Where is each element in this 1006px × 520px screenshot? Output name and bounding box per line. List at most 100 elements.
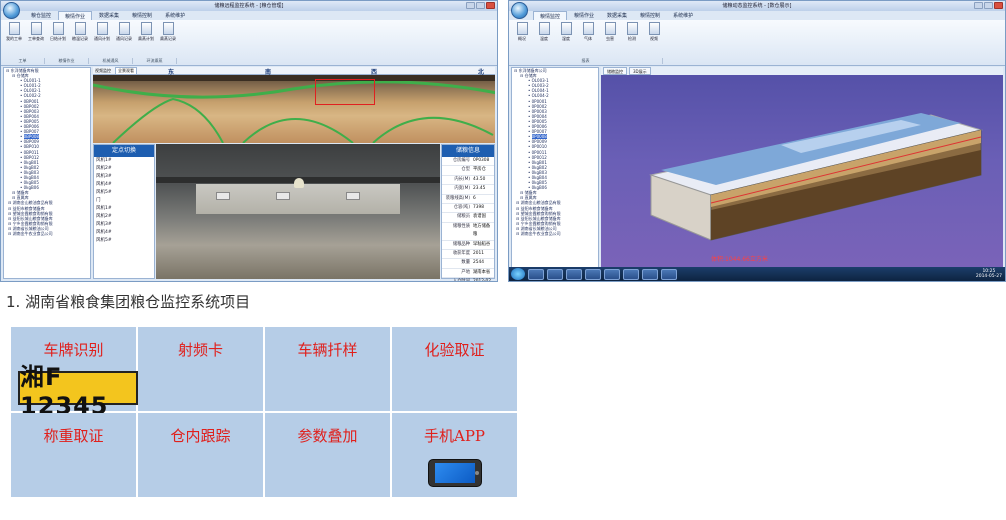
ribbon-tab[interactable]: 粮情控制 xyxy=(634,11,666,20)
taskbar-app-icon[interactable] xyxy=(604,268,620,280)
view-mode-dropdown[interactable]: 全景观看 xyxy=(115,67,137,75)
warehouse-tree[interactable]: ⊟ 东洋储备库公司 ⊟ 仓储库 • OL003-1 • OL003-2 • OL004-… xyxy=(511,67,599,279)
ribbon-button[interactable]: 我的工单 xyxy=(3,22,25,42)
camera-preset-item[interactable]: 风机3# xyxy=(94,221,154,229)
info-value: 湖南本省 xyxy=(473,269,491,275)
ribbon-tab[interactable]: 数据采集 xyxy=(601,11,633,20)
ribbon-button[interactable]: 概况 xyxy=(511,22,533,42)
camera-preset-item[interactable]: 风机3# xyxy=(94,173,154,181)
info-row: 储粮品种 早籼稻谷 xyxy=(442,241,494,251)
ribbon-button-label: 虫害 xyxy=(606,36,614,41)
view-tab[interactable]: 储粮监控 xyxy=(603,67,627,75)
taskbar-app-icon[interactable] xyxy=(566,268,582,280)
info-row: 储粮性质 地方储备粮 xyxy=(442,223,494,241)
view-tab[interactable]: 3D展示 xyxy=(629,67,651,75)
feature-grid: 车牌识别 湘F 12345 射频卡 车辆扦样 化验取证 称重取证 仓内跟踪 参数叠加 手机APP xyxy=(11,327,517,497)
tree-item[interactable]: ⊟ 湖南金牛农业食品公司 xyxy=(512,231,598,236)
info-key: 仓容(吨) xyxy=(453,205,470,211)
taskbar-app-icon[interactable] xyxy=(585,268,601,280)
camera-preset-item[interactable]: 风机1# xyxy=(94,157,154,165)
ribbon-button-label: 我的工单 xyxy=(6,36,22,41)
ribbon-button[interactable]: 工单查询 xyxy=(25,22,47,42)
panorama-view[interactable] xyxy=(93,75,495,143)
camera-preset-item[interactable]: 风机4# xyxy=(94,181,154,189)
warehouse-tree[interactable]: ⊟ 东洋储备库有限 ⊟ 仓储库 • OL001-1 • OL001-2 • OL002-… xyxy=(3,67,91,279)
ribbon-tab[interactable]: 粮情作业 xyxy=(568,11,600,20)
close-button[interactable] xyxy=(994,2,1003,9)
tool-icon xyxy=(52,22,64,35)
window-title: 储粮远程监控系统 - [粮仓管理] xyxy=(214,3,284,9)
feature-label: 参数叠加 xyxy=(297,427,358,445)
info-value: 2544 xyxy=(473,260,484,266)
taskbar-app-icon[interactable] xyxy=(547,268,563,280)
camera-preset-item[interactable]: 门 xyxy=(94,197,154,205)
window-controls xyxy=(466,2,495,9)
minimize-button[interactable] xyxy=(466,2,475,9)
ribbon-button-label: 工单查询 xyxy=(28,36,44,41)
app-menu-orb[interactable] xyxy=(511,2,528,19)
ribbon-button[interactable]: 气体 xyxy=(577,22,599,42)
camera-preset-item[interactable]: 风机5# xyxy=(94,237,154,245)
ribbon-button[interactable]: 温度 xyxy=(533,22,555,42)
camera-preset-item[interactable]: 风机4# xyxy=(94,229,154,237)
license-plate-image: 湘F 12345 xyxy=(18,363,138,420)
info-value: 袁谱国 xyxy=(473,214,486,220)
info-value: 早籼稻谷 xyxy=(473,241,491,247)
camera-preset-list: 定点切换 风机1# 风机2# 风机3# 风机4# 风机5# 门风机1# 风机2# 风机3# 风机… xyxy=(93,144,155,279)
camera-preset-item[interactable]: 风机2# xyxy=(94,213,154,221)
ribbon-button[interactable]: 日结计划 xyxy=(47,22,69,42)
info-panel-title: 储粮信息 xyxy=(442,145,494,157)
app-menu-orb[interactable] xyxy=(3,2,20,19)
maximize-button[interactable] xyxy=(984,2,993,9)
ribbon-tab[interactable]: 系统维护 xyxy=(667,11,699,20)
ribbon-tab[interactable]: 数据采集 xyxy=(93,11,125,20)
ribbon-button[interactable]: 虫害 xyxy=(599,22,621,42)
ribbon-button-label: 熏蒸记录 xyxy=(160,36,176,41)
camera-preset-item[interactable]: 风机2# xyxy=(94,165,154,173)
taskbar-app-icon[interactable] xyxy=(528,268,544,280)
info-row: 收获年度 2011 xyxy=(442,250,494,260)
ribbon-button[interactable]: 视频 xyxy=(643,22,665,42)
maximize-button[interactable] xyxy=(476,2,485,9)
taskbar-app-icon[interactable] xyxy=(642,268,658,280)
ribbon-button[interactable]: 通风计划 xyxy=(91,22,113,42)
ribbon-tab[interactable]: 粮情监控 xyxy=(533,11,568,20)
tool-icon xyxy=(560,22,572,35)
ribbon-button[interactable]: 通风记录 xyxy=(113,22,135,42)
panorama-net-overlay xyxy=(93,75,495,143)
info-key: 内长(M) xyxy=(454,176,470,182)
ribbon-tab[interactable]: 粮仓监控 xyxy=(25,11,57,20)
info-row: 装粮线高(M) 6 xyxy=(442,195,494,205)
ribbon-tab[interactable]: 粮情作业 xyxy=(58,11,93,20)
tool-icon xyxy=(538,22,550,35)
camera-preset-item[interactable]: 风机5# xyxy=(94,189,154,197)
ribbon-button[interactable]: 湿度 xyxy=(555,22,577,42)
taskbar-app-icon[interactable] xyxy=(623,268,639,280)
feature-cell: 射频卡 xyxy=(138,327,263,411)
info-key: 入仓时间 xyxy=(452,279,470,282)
minimize-button[interactable] xyxy=(974,2,983,9)
phone-home-button xyxy=(475,471,479,475)
info-key: 储粮员 xyxy=(457,214,470,220)
close-button[interactable] xyxy=(486,2,495,9)
ribbon-button[interactable]: 检测 xyxy=(621,22,643,42)
tree-item[interactable]: ⊟ 湖南金牛农业食品公司 xyxy=(4,231,90,236)
ribbon-tab[interactable]: 系统维护 xyxy=(159,11,191,20)
start-button[interactable] xyxy=(511,268,525,280)
ribbon-buttons: 我的工单 工单查询 日结计划 粮温记录 通风计划 通风记录 熏蒸计划 熏蒸记录 xyxy=(3,22,179,42)
ribbon: 概况 温度 湿度 气体 虫害 检测 视频 报表 xyxy=(509,20,1005,66)
windows-taskbar: 10:25 2014-05-27 xyxy=(509,267,1005,281)
ribbon: 我的工单 工单查询 日结计划 粮温记录 通风计划 通风记录 熏蒸计划 熏蒸记录 工单 粮情作业机… xyxy=(1,20,497,66)
taskbar-app-icon[interactable] xyxy=(661,268,677,280)
ribbon-button[interactable]: 粮温记录 xyxy=(69,22,91,42)
ribbon-button[interactable]: 熏蒸计划 xyxy=(135,22,157,42)
3d-silo-view[interactable]: 体积:1044.66立方米 xyxy=(601,75,1003,267)
ribbon-tab[interactable]: 粮情控制 xyxy=(126,11,158,20)
camera-preset-item[interactable]: 风机1# xyxy=(94,205,154,213)
ribbon-button[interactable]: 熏蒸记录 xyxy=(157,22,179,42)
info-row: 储粮员 袁谱国 xyxy=(442,213,494,223)
info-value: 0P0308 xyxy=(473,158,490,163)
ribbon-group-label: 机械通风 xyxy=(89,58,133,64)
ribbon-tabs: 粮情监控 粮情作业 数据采集 粮情控制 系统维护 xyxy=(533,11,699,20)
ribbon-button-label: 气体 xyxy=(584,36,592,41)
